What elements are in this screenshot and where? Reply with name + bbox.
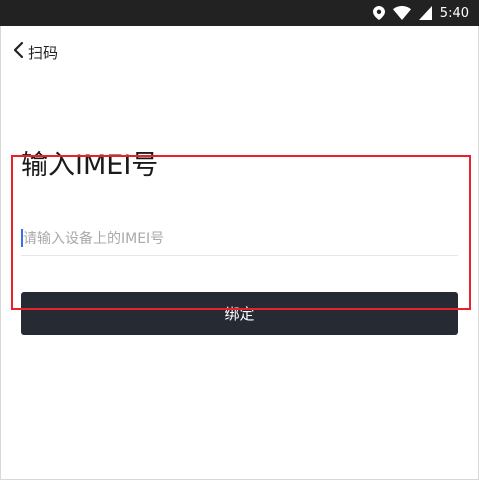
status-time: 5:40	[439, 5, 469, 21]
status-bar: 5:40	[0, 0, 479, 26]
wifi-icon	[392, 6, 411, 20]
chevron-left-icon	[13, 41, 24, 63]
location-icon	[372, 6, 385, 20]
back-button[interactable]: 扫码	[13, 41, 58, 63]
back-label: 扫码	[28, 43, 59, 62]
signal-icon	[418, 6, 432, 20]
text-cursor	[21, 229, 23, 247]
page-title: 输入IMEI号	[21, 150, 159, 181]
imei-input[interactable]	[21, 222, 458, 256]
bind-button[interactable]: 绑定	[21, 292, 458, 335]
